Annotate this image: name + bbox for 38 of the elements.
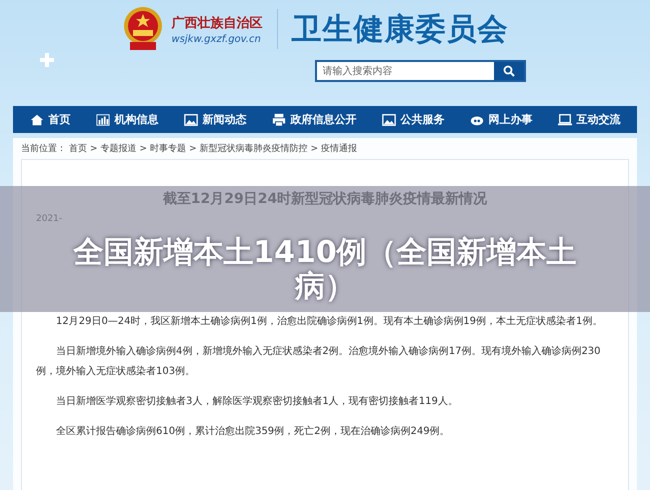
article-date: 2021- <box>36 214 64 224</box>
search-icon <box>502 65 514 77</box>
breadcrumb-label: 当前位置： <box>21 142 66 155</box>
breadcrumb-link[interactable]: 专题报道 <box>100 142 137 155</box>
breadcrumb-link[interactable]: 首页 <box>69 142 87 155</box>
nav-item[interactable]: 网上办事 <box>470 112 532 127</box>
article-paragraph: 全区累计报告确诊病例610例，累计治愈出院359例，死亡2例，现在治确诊病例249例。 <box>55 424 451 439</box>
printer-icon <box>272 112 286 126</box>
region-name: 广西壮族自治区 <box>172 14 262 32</box>
plus-icon <box>40 53 54 67</box>
caption-text: 全国新增本土1410例（全国新增本土病） <box>72 236 578 304</box>
nav-item[interactable]: 政府信息公开 <box>272 112 356 127</box>
search-button[interactable] <box>494 62 524 80</box>
breadcrumb-link[interactable]: 时事专题 <box>150 142 186 155</box>
article-title: 截至12月29日24时新型冠状病毒肺炎疫情最新情况 <box>162 190 488 208</box>
site-domain: wsjkw.gxzf.gov.cn <box>172 34 262 44</box>
picture-icon <box>382 112 396 126</box>
nav-item[interactable]: 新闻动态 <box>184 112 246 127</box>
breadcrumb-link[interactable]: 疫情通报 <box>321 142 358 155</box>
nav-item[interactable]: 公共服务 <box>382 112 444 127</box>
breadcrumb-link[interactable]: 新型冠状病毒肺炎疫情防控 <box>200 142 308 155</box>
nav-item[interactable]: 首页 <box>30 112 70 127</box>
breadcrumb-separator: > <box>310 144 318 154</box>
nav-item[interactable]: 机构信息 <box>96 112 158 127</box>
picture-icon <box>184 112 198 126</box>
article-paragraph: 当日新增境外输入确诊病例4例，新增境外输入无症状感染者2例。治愈境外输入确诊病例17例。现有境外输入确诊病例230例，境外输入无症状感染者103例。 <box>36 344 602 379</box>
article-paragraph: 12月29日0—24时，我区新增本土确诊病例1例，治愈出院确诊病例1例。现有本土确诊病例19例，本土无症状感染者1例。 <box>55 314 604 329</box>
article-paragraph: 当日新增医学观察密切接触者3人，解除医学观察密切接触者1人，现有密切接触者119人。 <box>55 394 459 409</box>
breadcrumb-separator: > <box>140 144 148 154</box>
emblem-icon <box>122 6 164 52</box>
breadcrumb-separator: > <box>189 144 197 154</box>
site-title: 卫生健康委员会 <box>292 10 508 48</box>
search-bar[interactable]: 请输入搜索内容 <box>314 60 526 82</box>
breadcrumb-separator: > <box>90 144 98 154</box>
home-icon <box>30 112 44 126</box>
monitor-icon <box>558 112 572 126</box>
nav-item[interactable]: 互动交流 <box>558 112 620 127</box>
chart-icon <box>96 112 110 126</box>
